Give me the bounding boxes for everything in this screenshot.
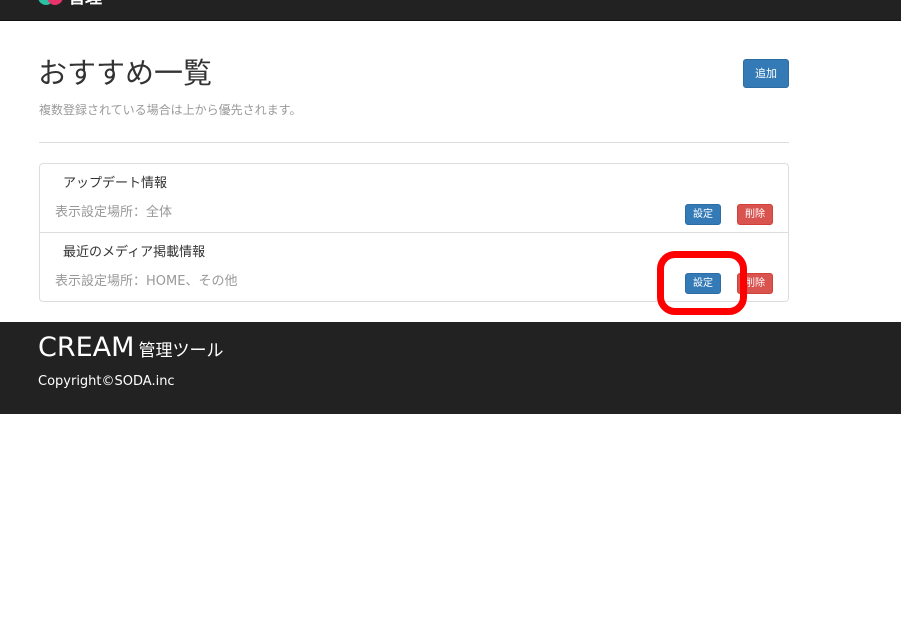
footer-brand: CREAM 管理ツール bbox=[38, 332, 223, 367]
item-display-location: 表示設定場所：HOME、その他 bbox=[55, 274, 238, 289]
recommendation-list: アップデート情報 表示設定場所：全体 設定 削除 最近のメディア掲載情報 表示設… bbox=[39, 163, 789, 302]
page-title: おすすめ一覧 bbox=[38, 56, 213, 90]
footer-brand-sub: 管理ツール bbox=[138, 341, 224, 361]
settings-button[interactable]: 設定 bbox=[685, 273, 721, 294]
footer-brand-name: CREAM bbox=[38, 332, 135, 363]
delete-button[interactable]: 削除 bbox=[737, 204, 773, 225]
cream-logo-icon[interactable] bbox=[38, 0, 64, 6]
footer-copyright: Copyright©SODA.inc bbox=[38, 374, 175, 389]
page-description: 複数登録されている場合は上から優先されます。 bbox=[39, 103, 302, 117]
divider bbox=[39, 142, 789, 143]
top-navbar: 管理 bbox=[0, 0, 901, 21]
settings-button[interactable]: 設定 bbox=[685, 204, 721, 225]
delete-button[interactable]: 削除 bbox=[737, 273, 773, 294]
list-item: 最近のメディア掲載情報 表示設定場所：HOME、その他 設定 削除 bbox=[40, 233, 788, 302]
logo-text[interactable]: 管理 bbox=[68, 0, 102, 7]
footer: CREAM 管理ツール Copyright©SODA.inc bbox=[0, 322, 901, 414]
item-title: アップデート情報 bbox=[63, 176, 168, 191]
list-item: アップデート情報 表示設定場所：全体 設定 削除 bbox=[40, 164, 788, 233]
item-title: 最近のメディア掲載情報 bbox=[63, 245, 206, 260]
item-display-location: 表示設定場所：全体 bbox=[55, 205, 173, 220]
add-button[interactable]: 追加 bbox=[743, 59, 789, 88]
